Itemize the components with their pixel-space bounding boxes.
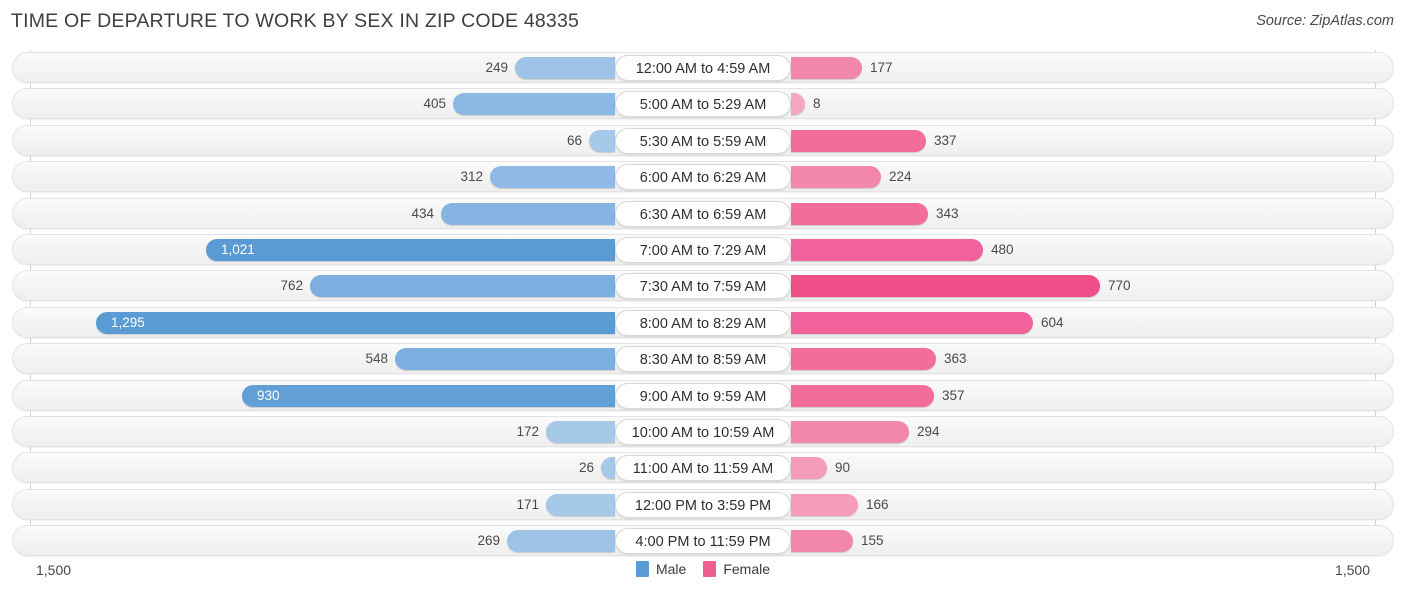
bar-value-male: 548 bbox=[365, 351, 388, 367]
bar-value-male: 762 bbox=[280, 278, 303, 294]
bar-value-male: 269 bbox=[477, 533, 500, 549]
bar-value-female: 480 bbox=[991, 242, 1014, 257]
legend-label: Male bbox=[655, 561, 687, 577]
bar-male bbox=[601, 457, 615, 480]
bar-female bbox=[791, 129, 926, 152]
table-row: 1,021 480 7:00 AM to 7:29 AM bbox=[12, 234, 1394, 265]
bar-female bbox=[791, 93, 805, 116]
category-label-pill: 12:00 PM to 3:59 PM bbox=[615, 491, 791, 518]
bar-value-male: 405 bbox=[423, 96, 446, 112]
legend-item[interactable]: Male bbox=[635, 561, 687, 577]
bar-female bbox=[791, 457, 827, 480]
category-label-pill: 12:00 AM to 4:59 AM bbox=[615, 55, 791, 81]
bar-value-female: 90 bbox=[835, 460, 851, 476]
category-label-pill: 4:00 PM to 11:59 PM bbox=[615, 528, 791, 555]
bar-value-male: 249 bbox=[485, 60, 508, 75]
bar-female bbox=[791, 202, 928, 225]
bar-value-female: 294 bbox=[917, 424, 940, 439]
bar-value-female: 8 bbox=[813, 96, 821, 112]
bar-value-male: 66 bbox=[566, 132, 582, 148]
category-label-pill: 9:00 AM to 9:59 AM bbox=[615, 382, 791, 409]
bar-value-male: 434 bbox=[411, 205, 434, 221]
bar-female bbox=[791, 275, 1100, 298]
bar-female bbox=[791, 530, 853, 553]
category-label-pill: 5:30 AM to 5:59 AM bbox=[615, 127, 791, 154]
category-label-pill: 8:00 AM to 8:29 AM bbox=[615, 309, 791, 336]
bar-value-female: 770 bbox=[1108, 278, 1131, 294]
category-label-pill: 5:00 AM to 5:29 AM bbox=[615, 91, 791, 118]
category-label-pill: 11:00 AM to 11:59 AM bbox=[615, 455, 791, 482]
chart-root: TIME OF DEPARTURE TO WORK BY SEX IN ZIP … bbox=[0, 0, 1406, 595]
chart-header: TIME OF DEPARTURE TO WORK BY SEX IN ZIP … bbox=[0, 0, 1406, 44]
bar-value-female: 337 bbox=[934, 132, 957, 148]
bar-male bbox=[546, 493, 615, 516]
bar-male bbox=[310, 275, 615, 298]
category-label-pill: 6:30 AM to 6:59 AM bbox=[615, 200, 791, 227]
bar-male bbox=[546, 421, 615, 443]
category-label-pill: 8:30 AM to 8:59 AM bbox=[615, 346, 791, 373]
category-label-pill: 6:00 AM to 6:29 AM bbox=[615, 164, 791, 191]
bar-male bbox=[453, 93, 615, 116]
chart-plot-area: 249 177 12:00 AM to 4:59 AM 405 8 5:00 AM to … bbox=[0, 50, 1406, 557]
bar-value-female: 224 bbox=[889, 169, 912, 185]
table-row: 269 155 4:00 PM to 11:59 PM bbox=[12, 525, 1394, 557]
bar-female bbox=[791, 493, 858, 516]
table-row: 930 357 9:00 AM to 9:59 AM bbox=[12, 379, 1394, 411]
legend-swatch-male bbox=[635, 561, 649, 577]
table-row: 312 224 6:00 AM to 6:29 AM bbox=[12, 161, 1394, 193]
table-row: 762 770 7:30 AM to 7:59 AM bbox=[12, 270, 1394, 302]
bar-value-male: 172 bbox=[516, 424, 539, 439]
bar-value-female: 177 bbox=[870, 60, 893, 75]
table-row: 548 363 8:30 AM to 8:59 AM bbox=[12, 343, 1394, 375]
axis-max-left: 1,500 bbox=[36, 562, 72, 578]
bar-value-male: 930 bbox=[257, 387, 280, 403]
table-row: 405 8 5:00 AM to 5:29 AM bbox=[12, 88, 1394, 120]
chart-footer: 1,500 1,500 Male Female bbox=[0, 556, 1406, 595]
bar-female bbox=[791, 57, 862, 79]
table-row: 172 294 10:00 AM to 10:59 AM bbox=[12, 416, 1394, 447]
bar-value-female: 357 bbox=[942, 387, 965, 403]
axis-max-right: 1,500 bbox=[1334, 562, 1370, 578]
bar-value-male: 1,295 bbox=[111, 314, 145, 330]
bar-value-female: 343 bbox=[936, 205, 959, 221]
bar-female bbox=[791, 166, 881, 189]
bar-male bbox=[441, 202, 615, 225]
bar-male bbox=[589, 129, 615, 152]
bar-value-female: 166 bbox=[866, 496, 889, 512]
bar-female bbox=[791, 421, 909, 443]
bar-value-female: 604 bbox=[1041, 314, 1064, 330]
bar-male bbox=[395, 348, 615, 371]
table-row: 26 90 11:00 AM to 11:59 AM bbox=[12, 452, 1394, 484]
legend-label: Female bbox=[723, 561, 771, 577]
bar-value-female: 155 bbox=[861, 533, 884, 549]
legend-item[interactable]: Female bbox=[703, 561, 770, 577]
bar-value-male: 1,021 bbox=[221, 242, 255, 257]
table-row: 1,295 604 8:00 AM to 8:29 AM bbox=[12, 306, 1394, 338]
bar-male bbox=[490, 166, 615, 189]
bar-female bbox=[791, 239, 983, 261]
bar-value-male: 312 bbox=[460, 169, 483, 185]
bar-female bbox=[791, 348, 936, 371]
legend-swatch-female bbox=[703, 561, 717, 577]
chart-legend: Male Female bbox=[635, 561, 770, 577]
bar-value-male: 26 bbox=[578, 460, 594, 476]
source-attribution: Source: ZipAtlas.com bbox=[1256, 13, 1394, 29]
category-label-pill: 10:00 AM to 10:59 AM bbox=[615, 419, 791, 445]
category-label-pill: 7:30 AM to 7:59 AM bbox=[615, 273, 791, 300]
bar-female bbox=[791, 311, 1033, 334]
bar-male bbox=[515, 57, 615, 79]
table-row: 66 337 5:30 AM to 5:59 AM bbox=[12, 124, 1394, 156]
category-label-pill: 7:00 AM to 7:29 AM bbox=[615, 237, 791, 263]
table-row: 434 343 6:30 AM to 6:59 AM bbox=[12, 197, 1394, 229]
bar-value-female: 363 bbox=[944, 351, 967, 367]
table-row: 171 166 12:00 PM to 3:59 PM bbox=[12, 488, 1394, 520]
page-title: TIME OF DEPARTURE TO WORK BY SEX IN ZIP … bbox=[11, 10, 580, 32]
bar-female bbox=[791, 384, 934, 407]
bar-value-male: 171 bbox=[516, 496, 539, 512]
bar-male bbox=[507, 530, 615, 553]
table-row: 249 177 12:00 AM to 4:59 AM bbox=[12, 52, 1394, 83]
